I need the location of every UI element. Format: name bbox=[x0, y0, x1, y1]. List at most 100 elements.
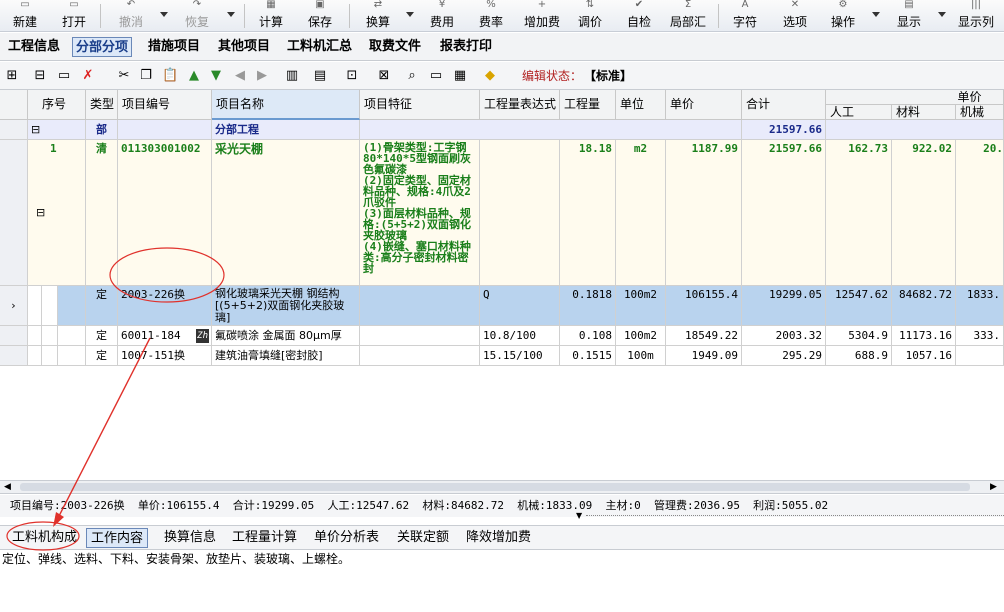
cell-expression[interactable]: 10.8/100 bbox=[480, 326, 560, 346]
cell-code bbox=[118, 120, 212, 140]
redo-dropdown-icon[interactable] bbox=[227, 12, 235, 17]
header-features[interactable]: 项目特征 bbox=[360, 90, 480, 120]
save-button[interactable]: ▣ 保存 bbox=[303, 0, 337, 30]
header-labor[interactable]: 人工 bbox=[826, 105, 892, 120]
row-selector[interactable] bbox=[0, 326, 28, 346]
header-machine[interactable]: 机械 bbox=[956, 105, 1004, 120]
self-check-button[interactable]: ✔ 自检 bbox=[622, 0, 656, 30]
paste-icon[interactable]: 📋 bbox=[162, 68, 178, 84]
undo-button[interactable]: ↶ 撤消 bbox=[114, 0, 148, 30]
tab-price-analysis[interactable]: 单价分析表 bbox=[310, 528, 383, 548]
delete-icon[interactable]: ✗ bbox=[80, 68, 96, 84]
move-up-icon[interactable]: ▲ bbox=[186, 68, 202, 84]
layout-icon[interactable]: ▦ bbox=[452, 68, 468, 84]
work-content-panel: 定位、弹线、选料、下料、安装骨架、放垫片、装玻璃、上螺栓。 bbox=[0, 550, 1004, 612]
tab-other-items[interactable]: 其他项目 bbox=[215, 37, 273, 57]
tab-measures[interactable]: 措施项目 bbox=[145, 37, 203, 57]
undo-dropdown-icon[interactable] bbox=[160, 12, 168, 17]
header-name[interactable]: 项目名称 bbox=[212, 90, 360, 120]
fee-button[interactable]: ¥ 费用 bbox=[425, 0, 459, 30]
row-selector[interactable] bbox=[0, 120, 28, 140]
header-expression[interactable]: 工程量表达式 bbox=[480, 90, 560, 120]
options-button[interactable]: ✕ 选项 bbox=[778, 0, 812, 30]
collapse-toggle-icon[interactable]: ⊟ bbox=[31, 123, 40, 136]
move-left-icon[interactable]: ◀ bbox=[232, 68, 248, 84]
header-seq[interactable]: 序号 bbox=[28, 90, 86, 120]
copy-icon[interactable]: ❐ bbox=[138, 68, 154, 84]
cell-expression[interactable]: Q bbox=[480, 286, 560, 326]
insert-row-icon[interactable]: ⊞ bbox=[4, 68, 20, 84]
undo-icon: ↶ bbox=[126, 0, 136, 10]
save-icon: ▣ bbox=[315, 0, 325, 10]
filter-icon[interactable]: ⊠ bbox=[376, 68, 392, 84]
header-unit-price[interactable]: 单价 bbox=[666, 90, 742, 120]
level-icon[interactable]: ▥ bbox=[284, 68, 300, 84]
header-total[interactable]: 合计 bbox=[742, 90, 826, 120]
display-dropdown-icon[interactable] bbox=[938, 12, 946, 17]
splitter-arrow-icon[interactable]: ▼ bbox=[576, 512, 582, 520]
cut-icon[interactable]: ✂ bbox=[116, 68, 132, 84]
add-fee-button[interactable]: + 增加费 bbox=[520, 0, 564, 30]
rate-button[interactable]: % 费率 bbox=[474, 0, 508, 30]
convert-dropdown-icon[interactable] bbox=[406, 12, 414, 17]
open-button[interactable]: ▭ 打开 bbox=[57, 0, 91, 30]
row-selector[interactable] bbox=[0, 346, 28, 366]
calculate-button[interactable]: ▦ 计算 bbox=[254, 0, 288, 30]
tab-work-content[interactable]: 工作内容 bbox=[86, 528, 149, 548]
cell-expression[interactable]: 15.15/100 bbox=[480, 346, 560, 366]
detail-tabs: 工料机构成 工作内容 换算信息 工程量计算 单价分析表 关联定额 降效增加费 bbox=[0, 525, 1004, 550]
move-down-icon[interactable]: ▼ bbox=[208, 68, 224, 84]
cell-type: 定 bbox=[86, 346, 118, 366]
find-icon[interactable]: ⌕ bbox=[404, 68, 420, 84]
scroll-left-icon[interactable]: ◀ bbox=[4, 481, 11, 493]
tab-fee-files[interactable]: 取费文件 bbox=[366, 37, 424, 57]
row-selector[interactable]: › bbox=[0, 286, 28, 326]
redo-button[interactable]: ↷ 恢复 bbox=[180, 0, 214, 30]
horizontal-scrollbar[interactable]: ◀ ▶ bbox=[0, 480, 1004, 494]
cell-labor: 5304.9 bbox=[826, 326, 892, 346]
cell-name: 氟碳喷涂 金属面 80μm厚 bbox=[212, 326, 360, 346]
partial-summary-icon: Σ bbox=[684, 0, 692, 10]
tab-report-print[interactable]: 报表打印 bbox=[437, 37, 495, 57]
move-right-icon[interactable]: ▶ bbox=[254, 68, 270, 84]
zh-badge-icon: Zh bbox=[196, 329, 209, 343]
display-button[interactable]: ▤ 显示 bbox=[892, 0, 926, 30]
insert-child-icon[interactable]: ⊟ bbox=[32, 68, 48, 84]
new-button[interactable]: ▭ 新建 bbox=[8, 0, 42, 30]
adjust-price-button[interactable]: ⇅ 调价 bbox=[573, 0, 607, 30]
window-icon[interactable]: ▭ bbox=[428, 68, 444, 84]
list-icon[interactable]: ▤ bbox=[312, 68, 328, 84]
header-quantity[interactable]: 工程量 bbox=[560, 90, 616, 120]
partial-summary-button[interactable]: Σ 局部汇 bbox=[666, 0, 710, 30]
header-unit[interactable]: 单位 bbox=[616, 90, 666, 120]
tab-material-composition[interactable]: 工料机构成 bbox=[8, 528, 81, 548]
tab-conversion-info[interactable]: 换算信息 bbox=[160, 528, 220, 548]
collapse-toggle-icon[interactable]: ⊟ bbox=[36, 206, 45, 219]
header-material[interactable]: 材料 bbox=[892, 105, 956, 120]
paint-bucket-icon[interactable]: ◆ bbox=[482, 68, 498, 84]
scroll-thumb[interactable] bbox=[20, 483, 970, 491]
operate-dropdown-icon[interactable] bbox=[872, 12, 880, 17]
tab-efficiency-fee[interactable]: 降效增加费 bbox=[462, 528, 535, 548]
cell-unit-price: 1949.09 bbox=[666, 346, 742, 366]
tab-quantity-calc[interactable]: 工程量计算 bbox=[228, 528, 301, 548]
tab-related-quota[interactable]: 关联定额 bbox=[393, 528, 453, 548]
row-selector[interactable] bbox=[0, 140, 28, 286]
add-icon[interactable]: ▭ bbox=[56, 68, 72, 84]
scroll-right-icon[interactable]: ▶ bbox=[990, 481, 997, 493]
columns-button[interactable]: ||| 显示列 bbox=[954, 0, 998, 30]
header-code[interactable]: 项目编号 bbox=[118, 90, 212, 120]
tab-material-summary[interactable]: 工料机汇总 bbox=[284, 37, 355, 57]
tab-sub-items[interactable]: 分部分项 bbox=[72, 37, 133, 57]
tab-project-info[interactable]: 工程信息 bbox=[5, 37, 63, 57]
font-button[interactable]: A 字符 bbox=[728, 0, 762, 30]
items-grid: 序号 类型 项目编号 项目名称 项目特征 工程量表达式 工程量 单位 单价 合计… bbox=[0, 90, 1004, 480]
header-type[interactable]: 类型 bbox=[86, 90, 118, 120]
cell-type: 部 bbox=[86, 120, 118, 140]
convert-button[interactable]: ⇄ 换算 bbox=[361, 0, 395, 30]
cell-machine: 20. bbox=[956, 140, 1004, 286]
cell-quantity: 18.18 bbox=[560, 140, 616, 286]
splitter[interactable] bbox=[586, 515, 1004, 516]
quota-icon[interactable]: ⊡ bbox=[344, 68, 360, 84]
operate-button[interactable]: ⚙ 操作 bbox=[826, 0, 860, 30]
